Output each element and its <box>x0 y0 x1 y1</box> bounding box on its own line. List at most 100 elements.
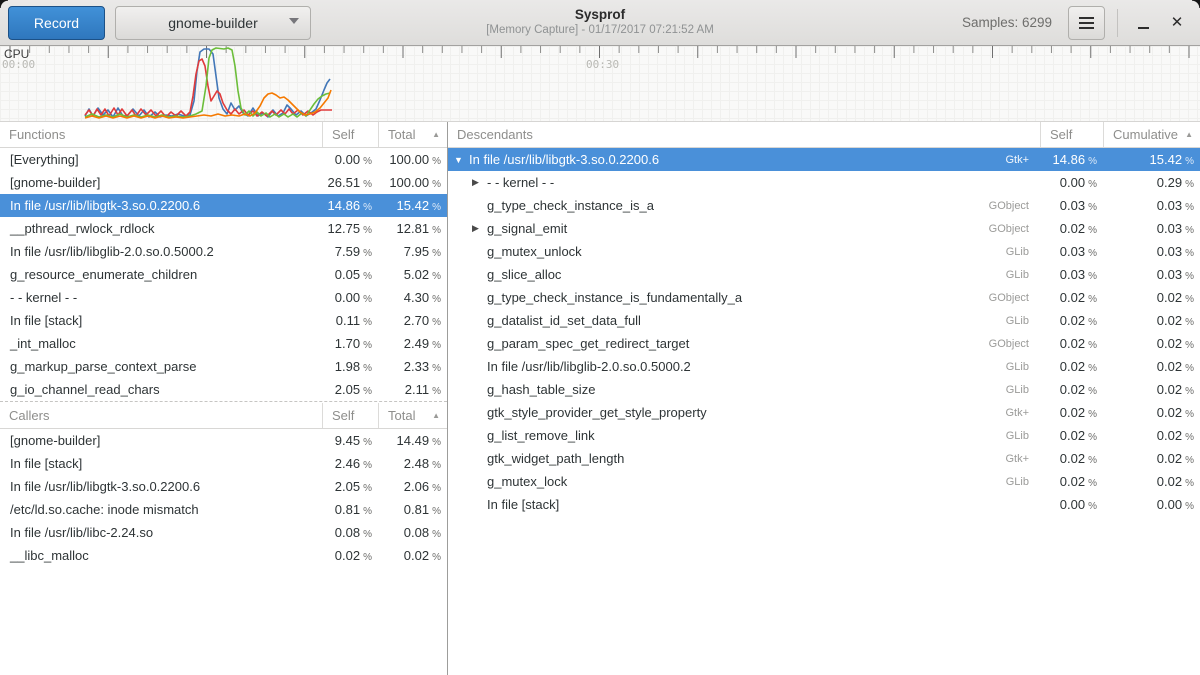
tree-row[interactable]: g_list_remove_linkGLib0.02%0.02% <box>448 424 1200 447</box>
descendant-name-cell: g_hash_table_size GLib <box>448 382 1040 397</box>
function-name: In file [stack] <box>487 497 559 512</box>
percent-value: 0.03% <box>1040 198 1103 213</box>
total-column-header[interactable]: Total ▲ <box>378 122 447 147</box>
descendants-panel: Descendants Self Cumulative ▲ ▼In file /… <box>448 122 1200 675</box>
descendant-name-cell: gtk_style_provider_get_style_property Gtk… <box>448 405 1040 420</box>
callers-table-header: Callers Self Total ▲ <box>0 403 447 429</box>
close-button[interactable]: ✕ <box>1160 6 1194 40</box>
tree-row[interactable]: ▼In file /usr/lib/libgtk-3.so.0.2200.6Gt… <box>448 148 1200 171</box>
cumulative-column-header[interactable]: Cumulative ▲ <box>1103 122 1200 147</box>
library-tag: GLib <box>1006 269 1040 281</box>
expander-open-icon[interactable]: ▼ <box>454 155 469 165</box>
percent-value: 0.02% <box>1103 405 1200 420</box>
tree-row[interactable]: g_datalist_id_set_data_fullGLib0.02%0.02… <box>448 309 1200 332</box>
table-row[interactable]: In file /usr/lib/libc-2.24.so0.08%0.08% <box>0 521 447 544</box>
self-column-header[interactable]: Self <box>1040 122 1103 147</box>
function-name: In file [stack] <box>0 456 322 471</box>
callers-column-header[interactable]: Callers <box>0 403 322 428</box>
descendant-name-cell: g_mutex_unlockGLib <box>448 244 1040 259</box>
percent-value: 0.05% <box>322 267 378 282</box>
library-tag: GLib <box>1006 315 1040 327</box>
percent-value: 0.02% <box>1040 451 1103 466</box>
tree-row[interactable]: gtk_widget_path_lengthGtk+0.02%0.02% <box>448 447 1200 470</box>
table-row[interactable]: __pthread_rwlock_rdlock12.75%12.81% <box>0 217 447 240</box>
library-tag: Gtk+ <box>1005 154 1040 166</box>
function-name: g_type_check_instance_is_fundamentally_a <box>487 290 742 305</box>
percent-value: 0.02% <box>1040 405 1103 420</box>
self-column-header[interactable]: Self <box>322 403 378 428</box>
function-name: g_hash_table_size <box>487 382 595 397</box>
tree-row[interactable]: gtk_style_provider_get_style_property Gtk… <box>448 401 1200 424</box>
total-column-header[interactable]: Total ▲ <box>378 403 447 428</box>
target-select[interactable]: gnome-builder <box>115 6 311 40</box>
table-row[interactable]: g_markup_parse_context_parse1.98%2.33% <box>0 355 447 378</box>
descendant-name-cell: g_list_remove_linkGLib <box>448 428 1040 443</box>
tree-row[interactable]: g_mutex_unlockGLib0.03%0.03% <box>448 240 1200 263</box>
percent-value: 0.00% <box>1103 497 1200 512</box>
descendant-name-cell: ▶- - kernel - - <box>448 175 1040 190</box>
functions-panel: Functions Self Total ▲ [Everything]0.00%… <box>0 122 448 675</box>
tree-row[interactable]: g_hash_table_sizeGLib0.02%0.02% <box>448 378 1200 401</box>
function-name: g_type_check_instance_is_a <box>487 198 654 213</box>
cpu-graph[interactable]: CPU 00:0000:30 <box>0 46 1200 122</box>
percent-value: 100.00% <box>378 175 447 190</box>
table-row[interactable]: _int_malloc1.70%2.49% <box>0 332 447 355</box>
percent-value: 0.81% <box>378 502 447 517</box>
tree-row[interactable]: g_type_check_instance_is_aGObject0.03%0.… <box>448 194 1200 217</box>
function-name: g_param_spec_get_redirect_target <box>487 336 689 351</box>
function-name: _int_malloc <box>0 336 322 351</box>
expander-closed-icon[interactable]: ▶ <box>472 223 487 234</box>
percent-value: 0.02% <box>1103 290 1200 305</box>
tree-row[interactable]: In file /usr/lib/libglib-2.0.so.0.5000.2… <box>448 355 1200 378</box>
minimize-button[interactable] <box>1126 6 1160 40</box>
chevron-down-icon <box>289 18 299 24</box>
tree-row[interactable]: g_param_spec_get_redirect_targetGObject0… <box>448 332 1200 355</box>
library-tag: GLib <box>1006 476 1040 488</box>
functions-column-header[interactable]: Functions <box>0 122 322 147</box>
expander-closed-icon[interactable]: ▶ <box>472 177 487 188</box>
function-name: g_resource_enumerate_children <box>0 267 322 282</box>
tree-row[interactable]: ▶g_signal_emitGObject0.02%0.03% <box>448 217 1200 240</box>
percent-value: 4.30% <box>378 290 447 305</box>
tree-row[interactable]: g_mutex_lockGLib0.02%0.02% <box>448 470 1200 493</box>
table-row[interactable]: [gnome-builder]9.45%14.49% <box>0 429 447 452</box>
percent-value: 2.33% <box>378 359 447 374</box>
table-row[interactable]: [Everything]0.00%100.00% <box>0 148 447 171</box>
table-row[interactable]: In file [stack]2.46%2.48% <box>0 452 447 475</box>
tree-row[interactable]: ▶- - kernel - -0.00%0.29% <box>448 171 1200 194</box>
percent-value: 0.02% <box>1103 474 1200 489</box>
table-row[interactable]: In file /usr/lib/libglib-2.0.so.0.5000.2… <box>0 240 447 263</box>
descendants-column-header[interactable]: Descendants <box>448 122 1040 147</box>
window-corner <box>0 0 8 8</box>
percent-value: 0.02% <box>1040 221 1103 236</box>
self-column-header[interactable]: Self <box>322 122 378 147</box>
table-row[interactable]: In file /usr/lib/libgtk-3.so.0.2200.614.… <box>0 194 447 217</box>
percent-value: 2.46% <box>322 456 378 471</box>
percent-value: 0.02% <box>1040 474 1103 489</box>
close-icon: ✕ <box>1171 15 1184 30</box>
table-row[interactable]: In file [stack]0.11%2.70% <box>0 309 447 332</box>
library-tag: GLib <box>1006 384 1040 396</box>
table-row[interactable]: - - kernel - -0.00%4.30% <box>0 286 447 309</box>
table-row[interactable]: g_resource_enumerate_children0.05%5.02% <box>0 263 447 286</box>
function-name: gtk_style_provider_get_style_property <box>487 405 707 420</box>
table-row[interactable]: __libc_malloc0.02%0.02% <box>0 544 447 567</box>
descendant-name-cell: g_mutex_lockGLib <box>448 474 1040 489</box>
functions-table-header: Functions Self Total ▲ <box>0 122 447 148</box>
percent-value: 0.00% <box>1040 497 1103 512</box>
table-row[interactable]: In file /usr/lib/libgtk-3.so.0.2200.62.0… <box>0 475 447 498</box>
table-row[interactable]: g_io_channel_read_chars2.05%2.11% <box>0 378 447 401</box>
function-name: g_signal_emit <box>487 221 567 236</box>
tree-row[interactable]: In file [stack] 0.00%0.00% <box>448 493 1200 516</box>
menu-button[interactable] <box>1068 6 1105 40</box>
function-name: [Everything] <box>0 152 322 167</box>
tree-row[interactable]: g_type_check_instance_is_fundamentally_a… <box>448 286 1200 309</box>
table-row[interactable]: /etc/ld.so.cache: inode mismatch0.81%0.8… <box>0 498 447 521</box>
record-button[interactable]: Record <box>8 6 105 40</box>
library-tag: Gtk+ <box>1005 407 1040 419</box>
tree-row[interactable]: g_slice_allocGLib0.03%0.03% <box>448 263 1200 286</box>
descendant-name-cell: g_datalist_id_set_data_fullGLib <box>448 313 1040 328</box>
table-row[interactable]: [gnome-builder]26.51%100.00% <box>0 171 447 194</box>
percent-value: 14.86% <box>1040 152 1103 167</box>
function-name: __pthread_rwlock_rdlock <box>0 221 322 236</box>
